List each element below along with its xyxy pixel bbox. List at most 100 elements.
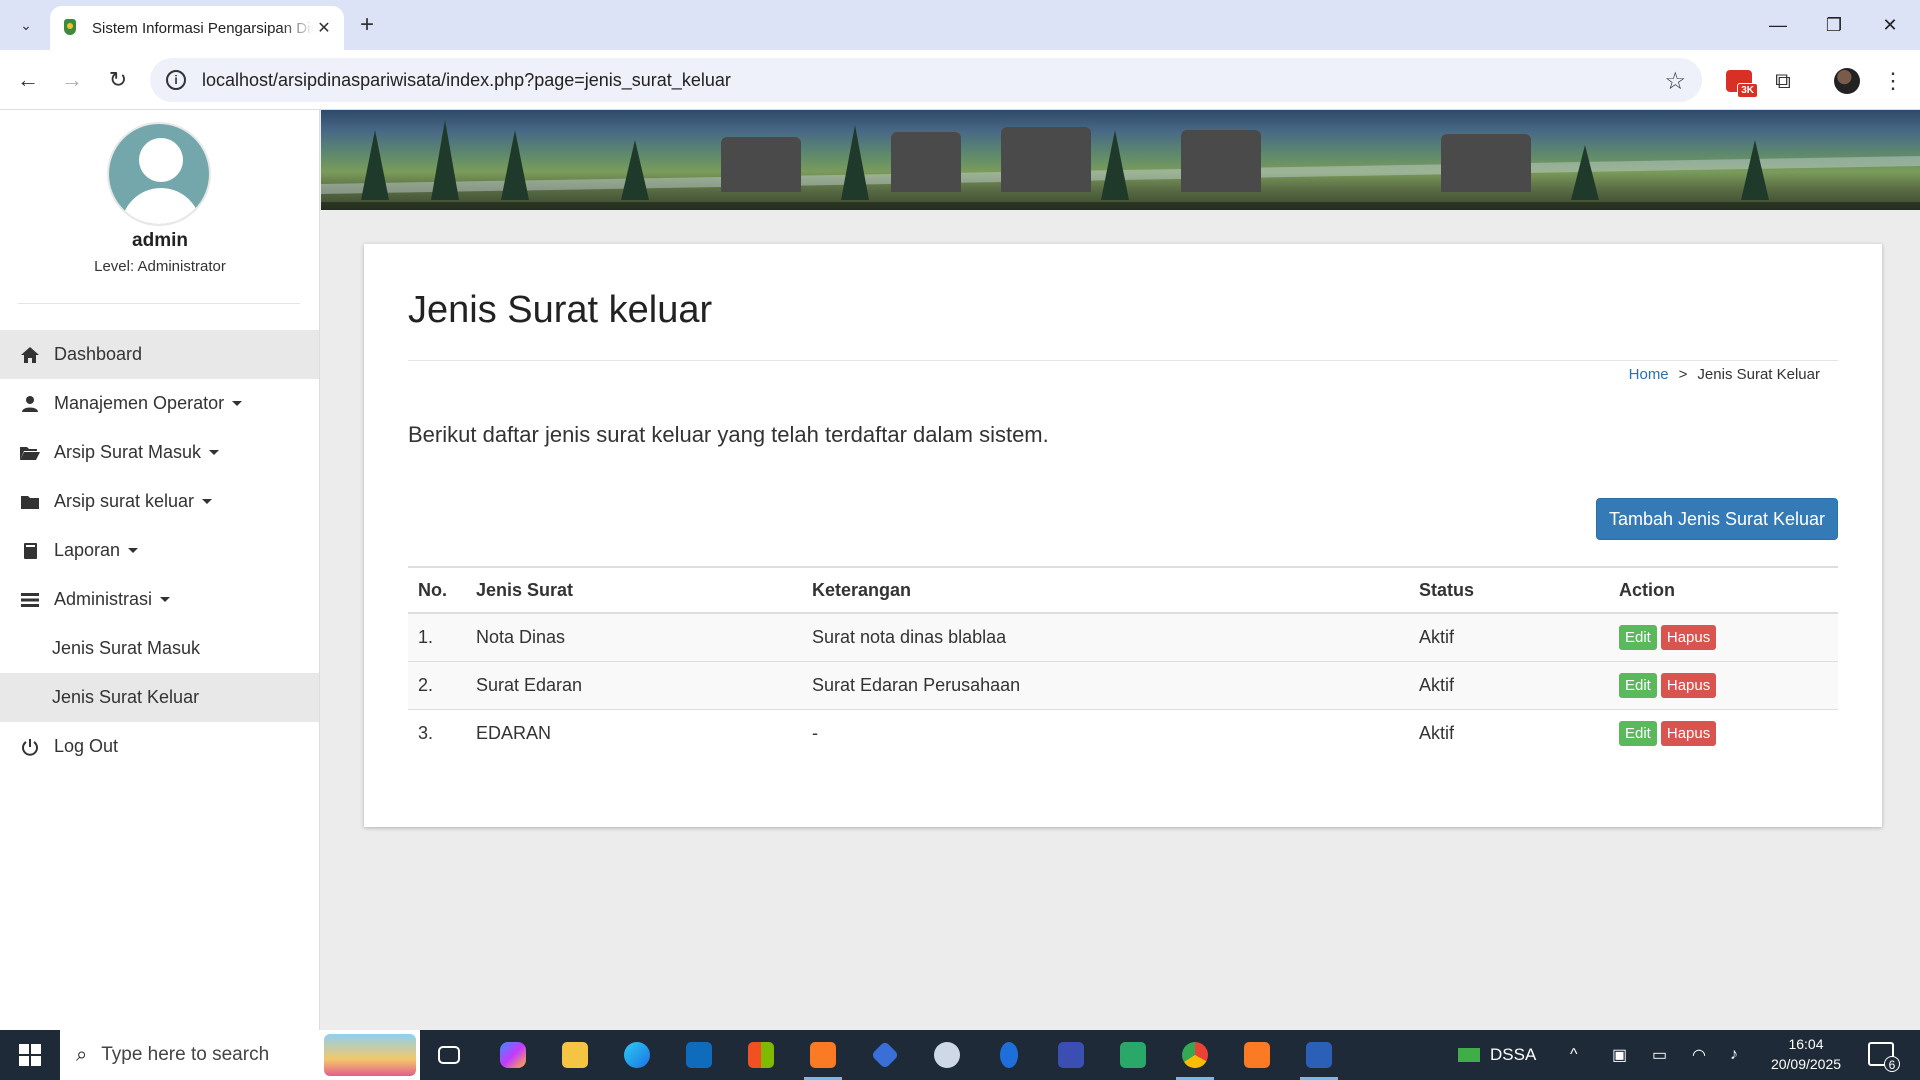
cell-jenis: EDARAN (476, 722, 552, 743)
caret-down-icon (128, 548, 139, 553)
sidebar-subitem-jenis-surat-masuk[interactable]: Jenis Surat Masuk (0, 624, 319, 673)
bookmark-star-icon[interactable]: ☆ (1664, 67, 1686, 96)
delete-button[interactable]: Hapus (1660, 720, 1717, 746)
add-jenis-surat-button[interactable]: Tambah Jenis Surat Keluar (1596, 498, 1838, 540)
user-avatar (107, 122, 211, 226)
wifi-icon[interactable]: ◠ (1692, 1030, 1706, 1080)
column-header-keterangan: Keterangan (802, 566, 1409, 614)
sidebar: admin Level: Administrator Dashboard Man… (0, 110, 320, 1030)
user-name: admin (132, 230, 188, 251)
edit-button[interactable]: Edit (1619, 720, 1657, 746)
sidebar-item-administrasi[interactable]: Administrasi (0, 575, 319, 624)
edit-button[interactable]: Edit (1619, 624, 1657, 650)
windows-logo-icon (19, 1044, 41, 1066)
new-tab-button[interactable]: + (352, 10, 382, 40)
url-text[interactable]: localhost/arsipdinaspariwisata/index.php… (202, 70, 731, 91)
clock-time: 16:04 (1788, 1036, 1824, 1052)
database-tool-icon[interactable] (1052, 1036, 1090, 1074)
delete-button[interactable]: Hapus (1660, 672, 1717, 698)
table-row: 1. Nota Dinas Surat nota dinas blablaa A… (408, 613, 1838, 662)
browser-menu-icon[interactable]: ⋮ (1878, 66, 1908, 96)
system-clock[interactable]: 16:04 20/09/2025 (1764, 1034, 1848, 1074)
column-header-jenis: Jenis Surat (466, 566, 802, 614)
chrome-icon[interactable] (1176, 1036, 1214, 1080)
edge-icon[interactable] (618, 1036, 656, 1074)
caret-down-icon (209, 450, 220, 455)
xampp-icon[interactable] (804, 1036, 842, 1080)
tray-dssa[interactable]: DSSA (1458, 1030, 1536, 1080)
copilot-icon[interactable] (494, 1036, 532, 1074)
tab-close-icon[interactable]: ✕ (314, 18, 334, 38)
volume-icon[interactable]: ♪ (1730, 1030, 1738, 1080)
cell-keterangan: Surat Edaran Perusahaan (802, 661, 1409, 710)
search-highlight-image (324, 1034, 416, 1076)
git-tool-icon[interactable] (866, 1036, 904, 1074)
address-bar[interactable]: i localhost/arsipdinaspariwisata/index.p… (150, 58, 1702, 102)
breadcrumb: Home > Jenis Surat Keluar (1629, 366, 1820, 383)
page-title: Jenis Surat keluar (408, 289, 713, 331)
clock-date: 20/09/2025 (1770, 1056, 1842, 1072)
reload-button[interactable]: ↻ (102, 64, 134, 96)
cell-jenis: Nota Dinas (466, 613, 802, 662)
edit-button[interactable]: Edit (1619, 672, 1657, 698)
recorder-extension-icon[interactable]: 3K (1724, 66, 1758, 98)
sidebar-item-laporan[interactable]: Laporan (0, 526, 319, 575)
start-button[interactable] (0, 1030, 60, 1080)
sidebar-item-label: Dashboard (54, 344, 143, 364)
battery-icon[interactable]: ▭ (1652, 1030, 1667, 1080)
cell-status: Aktif (1409, 613, 1609, 662)
task-view-icon[interactable] (430, 1036, 468, 1074)
sidebar-item-label: Manajemen Operator (54, 393, 225, 413)
caret-down-icon (202, 499, 213, 504)
sidebar-subitem-jenis-surat-keluar[interactable]: Jenis Surat Keluar (0, 673, 319, 722)
sidebar-item-logout[interactable]: Log Out (0, 722, 319, 771)
header-banner-image (321, 110, 1920, 210)
file-explorer-icon[interactable] (556, 1036, 594, 1074)
notification-center-icon[interactable]: 6 (1868, 1042, 1900, 1072)
taskbar-search-box[interactable]: ⌕ Type here to search (60, 1030, 420, 1080)
delete-button[interactable]: Hapus (1660, 624, 1717, 650)
caret-down-icon (160, 597, 171, 602)
profile-avatar[interactable] (1832, 66, 1862, 96)
minimize-button[interactable]: — (1750, 0, 1806, 50)
back-button[interactable]: ← (12, 64, 44, 96)
cell-jenis: Surat Edaran (466, 661, 802, 710)
sidebar-item-dashboard[interactable]: Dashboard (0, 330, 319, 379)
paint-app-icon[interactable] (928, 1036, 966, 1074)
microsoft-store-icon[interactable] (742, 1036, 780, 1074)
column-header-no: No. (408, 566, 466, 614)
sidebar-menu: Dashboard Manajemen Operator Arsip Surat… (0, 330, 319, 771)
folder-icon (18, 494, 42, 510)
browser-tab-active[interactable]: Sistem Informasi Pengarsipan Dinas Pariw… (50, 6, 344, 50)
tasks-icon (18, 592, 42, 608)
title-divider (408, 360, 1838, 361)
restore-button[interactable]: ❐ (1806, 0, 1862, 50)
caret-down-icon (232, 401, 243, 406)
site-favicon-icon (62, 19, 78, 37)
word-icon[interactable] (1300, 1036, 1338, 1080)
tab-search-button[interactable]: ⌄ (10, 10, 42, 40)
home-icon (18, 346, 42, 364)
code-editor-icon[interactable] (1114, 1036, 1152, 1074)
site-info-icon[interactable]: i (166, 70, 186, 90)
sidebar-item-operator[interactable]: Manajemen Operator (0, 379, 319, 428)
cell-keterangan: Surat nota dinas blablaa (802, 613, 1409, 662)
bluetooth-icon[interactable] (990, 1036, 1028, 1074)
sidebar-item-surat-keluar[interactable]: Arsip surat keluar (0, 477, 319, 526)
cell-action: Edit Hapus (1609, 709, 1838, 757)
forward-button[interactable]: → (56, 64, 88, 96)
meet-now-icon[interactable]: ▣ (1612, 1030, 1627, 1080)
close-window-button[interactable]: ✕ (1862, 0, 1918, 50)
extensions-puzzle-icon[interactable]: ⧉ (1768, 66, 1798, 96)
extension-badge: 3K (1737, 83, 1758, 98)
search-icon: ⌕ (76, 1043, 88, 1066)
folder-open-icon (18, 445, 42, 461)
sidebar-item-label: Administrasi (54, 589, 153, 609)
xampp-icon-2[interactable] (1238, 1036, 1276, 1074)
sidebar-item-surat-masuk[interactable]: Arsip Surat Masuk (0, 428, 319, 477)
breadcrumb-home-link[interactable]: Home (1629, 366, 1669, 383)
outlook-icon[interactable] (680, 1036, 718, 1074)
user-icon (18, 395, 42, 413)
column-header-action: Action (1609, 566, 1838, 614)
show-hidden-icons-chevron-icon[interactable]: ^ (1570, 1030, 1578, 1080)
